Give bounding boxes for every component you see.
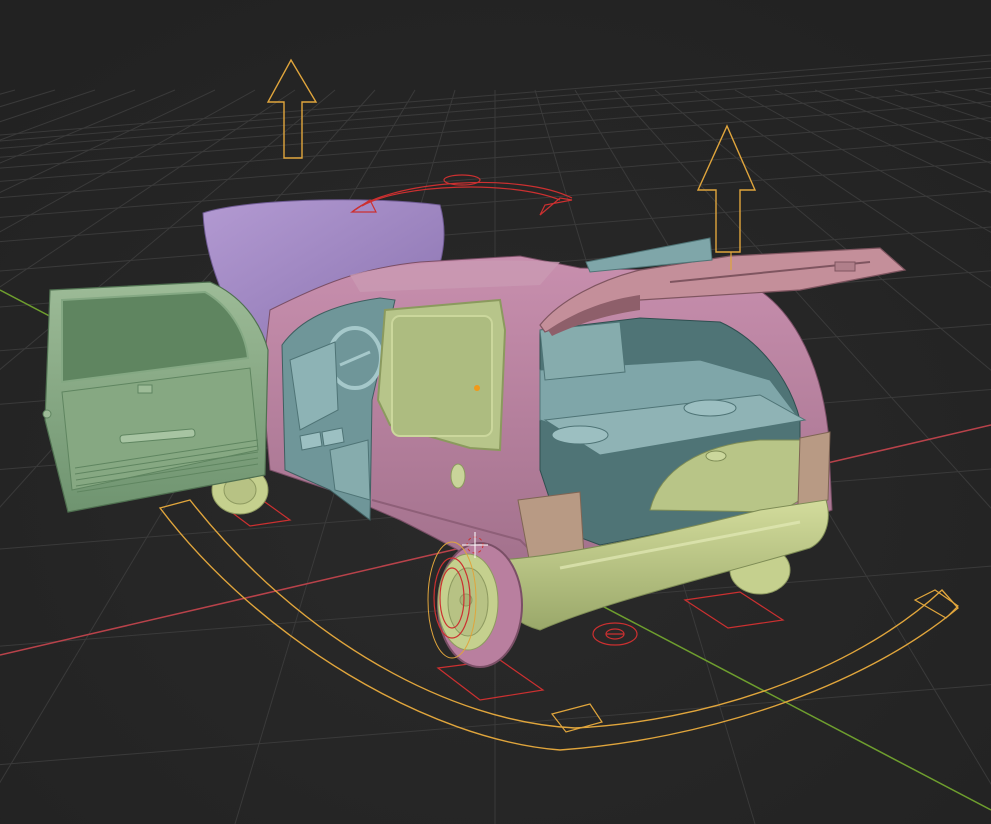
door-handle[interactable]	[137, 384, 153, 394]
tailgate-latch	[834, 261, 856, 272]
tail-light-right[interactable]	[797, 431, 831, 506]
3d-viewport[interactable]	[0, 0, 991, 824]
object-origin-marker	[474, 385, 480, 391]
fuel-cap[interactable]	[450, 463, 466, 489]
front-left-door[interactable]	[42, 281, 269, 513]
rear-side-glass	[391, 315, 493, 437]
speaker-right	[683, 399, 737, 417]
speaker-left	[551, 425, 609, 445]
rear-left-wheel[interactable]	[437, 542, 523, 668]
door-hinge	[42, 409, 52, 419]
spare-wheel-cap	[705, 450, 727, 462]
scene-canvas[interactable]	[0, 0, 991, 824]
